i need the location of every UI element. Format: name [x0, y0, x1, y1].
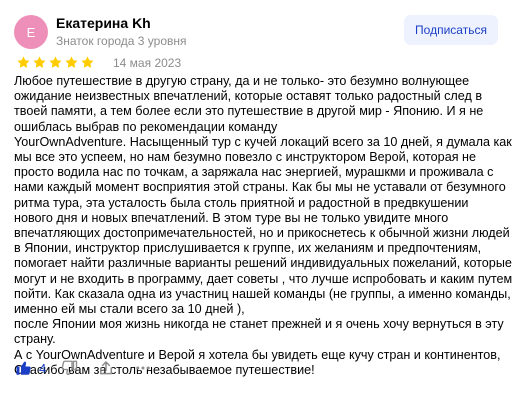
review-text-line: твоей памяти, а тем более если это путеш…: [14, 104, 484, 119]
review-text-line: YourOwnAdventure. Насыщенный тур с кучей…: [14, 134, 512, 149]
thumbs-down-icon: [61, 360, 78, 376]
star-icon: [33, 55, 46, 68]
review-text-line: ошиблась выбрав по рекомендации команду: [14, 119, 278, 134]
star-icon: [65, 55, 78, 68]
review-text-line: ожидание неизвестных впечатлений, которы…: [14, 89, 483, 104]
review-text-line: пойти. Как сказала одна из участниц наше…: [14, 286, 511, 301]
review-text-line: мы все это успеем, но нам безумно повезл…: [14, 150, 476, 165]
share-icon: [100, 361, 113, 375]
review-text-line: помогает найти различные варианты решени…: [14, 256, 512, 271]
review-text-line: Любое путешествие в другую страну, да и …: [14, 74, 470, 88]
review-text: Любое путешествие в другую страну, да и …: [14, 74, 513, 378]
review-text-line: впечатляющих достопримечательностей, но …: [14, 226, 510, 241]
rating-stars: [16, 54, 95, 70]
review-text-line: нами каждый момент восприятия этой стран…: [14, 180, 506, 195]
star-icon: [49, 55, 62, 68]
review-text-line: в Японии, инструктор прислушивается к гр…: [14, 241, 482, 256]
review-text-line: могут и не входить в программу, дает сов…: [14, 271, 513, 286]
author-name[interactable]: Екатерина Kh: [56, 15, 151, 31]
review-text-line: нового дня и новых впечатлений. В этом т…: [14, 210, 449, 225]
more-button[interactable]: [133, 358, 153, 378]
dislike-button[interactable]: [59, 358, 79, 378]
avatar-letter: Е: [26, 24, 36, 40]
star-icon: [81, 55, 94, 68]
review-text-line: после Японии моя жизнь никогда не станет…: [14, 317, 504, 332]
star-icon: [17, 55, 30, 68]
like-button[interactable]: 4: [14, 358, 46, 378]
subscribe-button[interactable]: Подписаться: [404, 15, 498, 45]
review-text-line: именно ей мы стали всего за 10 дней ),: [14, 302, 245, 317]
review-text-line: ритма тура, эта усталость была столь при…: [14, 195, 469, 210]
more-icon: [136, 366, 150, 370]
share-button[interactable]: [96, 358, 116, 378]
likes-count: 4: [39, 360, 47, 376]
review-date: 14 мая 2023: [113, 56, 182, 70]
author-avatar[interactable]: Е: [14, 15, 48, 49]
review-text-line: просто водила нас по точкам, а заряжала …: [14, 165, 494, 180]
thumbs-up-icon: [14, 358, 34, 378]
author-level: Знаток города 3 уровня: [56, 34, 187, 48]
review-text-line: страну.: [14, 332, 56, 347]
review-actions: 4: [14, 358, 153, 378]
